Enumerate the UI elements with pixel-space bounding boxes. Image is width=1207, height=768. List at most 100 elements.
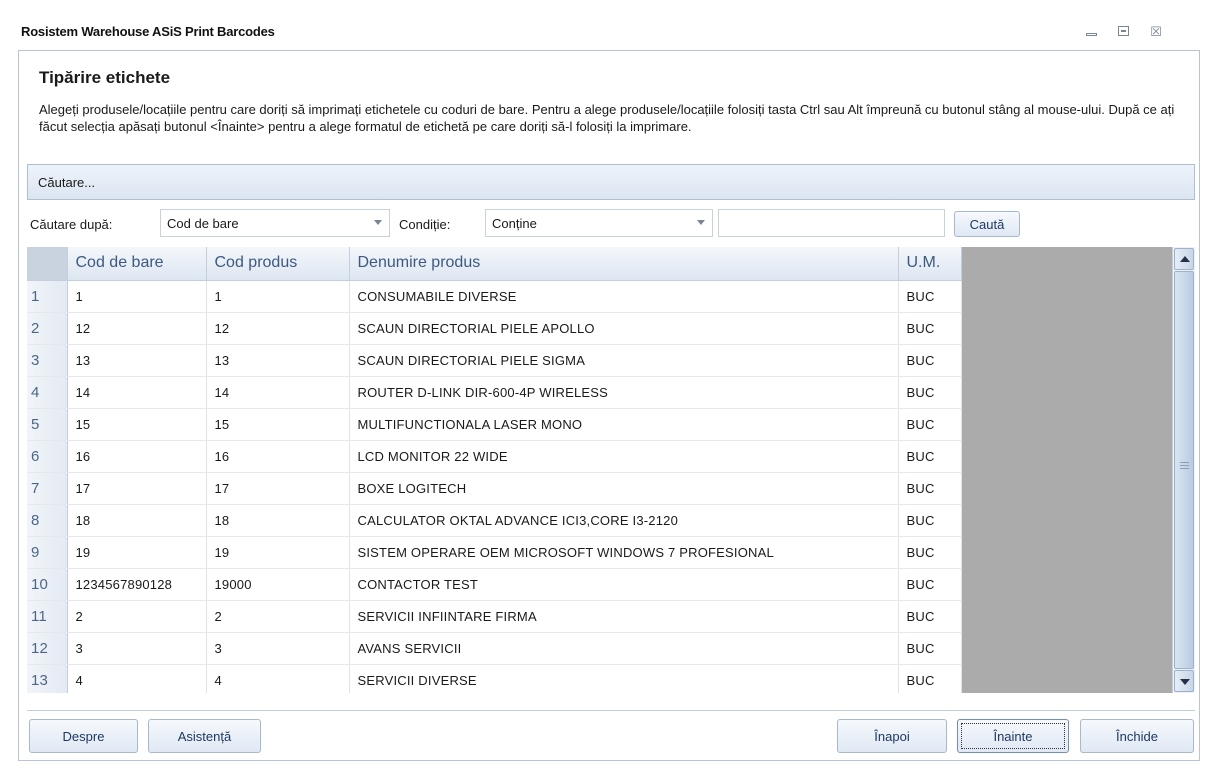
product-code-cell[interactable]: 15	[206, 408, 350, 441]
scroll-up-icon[interactable]	[1174, 248, 1194, 270]
row-number[interactable]: 5	[27, 408, 68, 441]
row-number[interactable]: 9	[27, 536, 68, 569]
barcode-cell[interactable]: 12	[67, 312, 207, 345]
minimize-icon[interactable]	[1083, 24, 1101, 40]
unit-cell[interactable]: BUC	[898, 632, 962, 665]
product-code-cell[interactable]: 4	[206, 664, 350, 693]
unit-cell[interactable]: BUC	[898, 408, 962, 441]
row-number[interactable]: 2	[27, 312, 68, 345]
unit-cell[interactable]: BUC	[898, 664, 962, 693]
product-code-cell[interactable]: 17	[206, 472, 350, 505]
product-name-cell[interactable]: SERVICII DIVERSE	[349, 664, 899, 693]
unit-cell[interactable]: BUC	[898, 536, 962, 569]
unit-cell[interactable]: BUC	[898, 600, 962, 633]
row-number[interactable]: 1	[27, 280, 68, 313]
product-name-cell[interactable]: MULTIFUNCTIONALA LASER MONO	[349, 408, 899, 441]
product-code-cell[interactable]: 13	[206, 344, 350, 377]
condition-select[interactable]: Conține	[485, 209, 713, 237]
search-input[interactable]	[718, 209, 945, 237]
product-name-cell[interactable]: BOXE LOGITECH	[349, 472, 899, 505]
product-name-cell[interactable]: CONSUMABILE DIVERSE	[349, 280, 899, 313]
row-number[interactable]: 10	[27, 568, 68, 601]
barcode-cell[interactable]: 14	[67, 376, 207, 409]
next-button[interactable]: Înainte	[957, 719, 1069, 753]
product-name-cell[interactable]: SISTEM OPERARE OEM MICROSOFT WINDOWS 7 P…	[349, 536, 899, 569]
product-name-cell[interactable]: AVANS SERVICII	[349, 632, 899, 665]
table-row[interactable]: 7 17 17 BOXE LOGITECH BUC	[27, 472, 962, 505]
row-number[interactable]: 6	[27, 440, 68, 473]
row-number[interactable]: 8	[27, 504, 68, 537]
product-code-cell[interactable]: 12	[206, 312, 350, 345]
product-name-cell[interactable]: CONTACTOR TEST	[349, 568, 899, 601]
product-code-cell[interactable]: 2	[206, 600, 350, 633]
row-number[interactable]: 13	[27, 664, 68, 693]
table-row[interactable]: 3 13 13 SCAUN DIRECTORIAL PIELE SIGMA BUC	[27, 344, 962, 377]
table-row[interactable]: 11 2 2 SERVICII INFIINTARE FIRMA BUC	[27, 600, 962, 633]
barcode-cell[interactable]: 18	[67, 504, 207, 537]
product-name-cell[interactable]: ROUTER D-LINK DIR-600-4P WIRELESS	[349, 376, 899, 409]
barcode-cell[interactable]: 13	[67, 344, 207, 377]
column-header-product-name[interactable]: Denumire produs	[349, 247, 899, 281]
unit-cell[interactable]: BUC	[898, 504, 962, 537]
table-row[interactable]: 2 12 12 SCAUN DIRECTORIAL PIELE APOLLO BUC	[27, 312, 962, 345]
column-header-product-code[interactable]: Cod produs	[206, 247, 350, 281]
table-row[interactable]: 4 14 14 ROUTER D-LINK DIR-600-4P WIRELESS BU…	[27, 376, 962, 409]
row-number[interactable]: 3	[27, 344, 68, 377]
scroll-down-icon[interactable]	[1174, 670, 1194, 692]
close-icon[interactable]: ☒	[1147, 24, 1165, 40]
unit-cell[interactable]: BUC	[898, 280, 962, 313]
unit-cell[interactable]: BUC	[898, 472, 962, 505]
table-row[interactable]: 13 4 4 SERVICII DIVERSE BUC	[27, 664, 962, 693]
table-row[interactable]: 5 15 15 MULTIFUNCTIONALA LASER MONO BUC	[27, 408, 962, 441]
table-row[interactable]: 9 19 19 SISTEM OPERARE OEM MICROSOFT WINDOW…	[27, 536, 962, 569]
products-grid[interactable]: Cod de bare Cod produs Denumire produs U…	[27, 247, 1195, 693]
product-code-cell[interactable]: 1	[206, 280, 350, 313]
table-row[interactable]: 1 1 1 CONSUMABILE DIVERSE BUC	[27, 280, 962, 313]
product-name-cell[interactable]: SCAUN DIRECTORIAL PIELE SIGMA	[349, 344, 899, 377]
help-button[interactable]: Asistență	[148, 719, 261, 753]
product-code-cell[interactable]: 18	[206, 504, 350, 537]
barcode-cell[interactable]: 2	[67, 600, 207, 633]
product-code-cell[interactable]: 16	[206, 440, 350, 473]
unit-cell[interactable]: BUC	[898, 568, 962, 601]
barcode-cell[interactable]: 4	[67, 664, 207, 693]
unit-cell[interactable]: BUC	[898, 440, 962, 473]
barcode-cell[interactable]: 17	[67, 472, 207, 505]
about-button[interactable]: Despre	[29, 719, 138, 753]
barcode-cell[interactable]: 19	[67, 536, 207, 569]
back-button[interactable]: Înapoi	[837, 719, 947, 753]
scrollbar-thumb[interactable]	[1174, 271, 1194, 669]
row-number[interactable]: 12	[27, 632, 68, 665]
table-row[interactable]: 6 16 16 LCD MONITOR 22 WIDE BUC	[27, 440, 962, 473]
barcode-cell[interactable]: 3	[67, 632, 207, 665]
unit-cell[interactable]: BUC	[898, 344, 962, 377]
search-panel-header[interactable]: Căutare...	[27, 164, 1195, 200]
product-name-cell[interactable]: LCD MONITOR 22 WIDE	[349, 440, 899, 473]
row-number[interactable]: 4	[27, 376, 68, 409]
table-row[interactable]: 10 1234567890128 19000 CONTACTOR TEST BUC	[27, 568, 962, 601]
header-corner[interactable]	[27, 247, 68, 281]
row-number[interactable]: 11	[27, 600, 68, 633]
barcode-cell[interactable]: 16	[67, 440, 207, 473]
close-button[interactable]: Închide	[1080, 719, 1194, 753]
product-code-cell[interactable]: 3	[206, 632, 350, 665]
barcode-cell[interactable]: 15	[67, 408, 207, 441]
row-number[interactable]: 7	[27, 472, 68, 505]
unit-cell[interactable]: BUC	[898, 376, 962, 409]
unit-cell[interactable]: BUC	[898, 312, 962, 345]
table-row[interactable]: 8 18 18 CALCULATOR OKTAL ADVANCE ICI3,CORE …	[27, 504, 962, 537]
vertical-scrollbar[interactable]	[1172, 247, 1195, 693]
column-header-unit[interactable]: U.M.	[898, 247, 962, 281]
maximize-icon[interactable]	[1115, 24, 1133, 40]
column-header-barcode[interactable]: Cod de bare	[67, 247, 207, 281]
table-row[interactable]: 12 3 3 AVANS SERVICII BUC	[27, 632, 962, 665]
barcode-cell[interactable]: 1234567890128	[67, 568, 207, 601]
product-code-cell[interactable]: 19000	[206, 568, 350, 601]
product-name-cell[interactable]: SCAUN DIRECTORIAL PIELE APOLLO	[349, 312, 899, 345]
product-name-cell[interactable]: SERVICII INFIINTARE FIRMA	[349, 600, 899, 633]
search-button[interactable]: Caută	[954, 211, 1020, 237]
product-code-cell[interactable]: 14	[206, 376, 350, 409]
barcode-cell[interactable]: 1	[67, 280, 207, 313]
product-name-cell[interactable]: CALCULATOR OKTAL ADVANCE ICI3,CORE I3-21…	[349, 504, 899, 537]
search-by-select[interactable]: Cod de bare	[160, 209, 390, 237]
